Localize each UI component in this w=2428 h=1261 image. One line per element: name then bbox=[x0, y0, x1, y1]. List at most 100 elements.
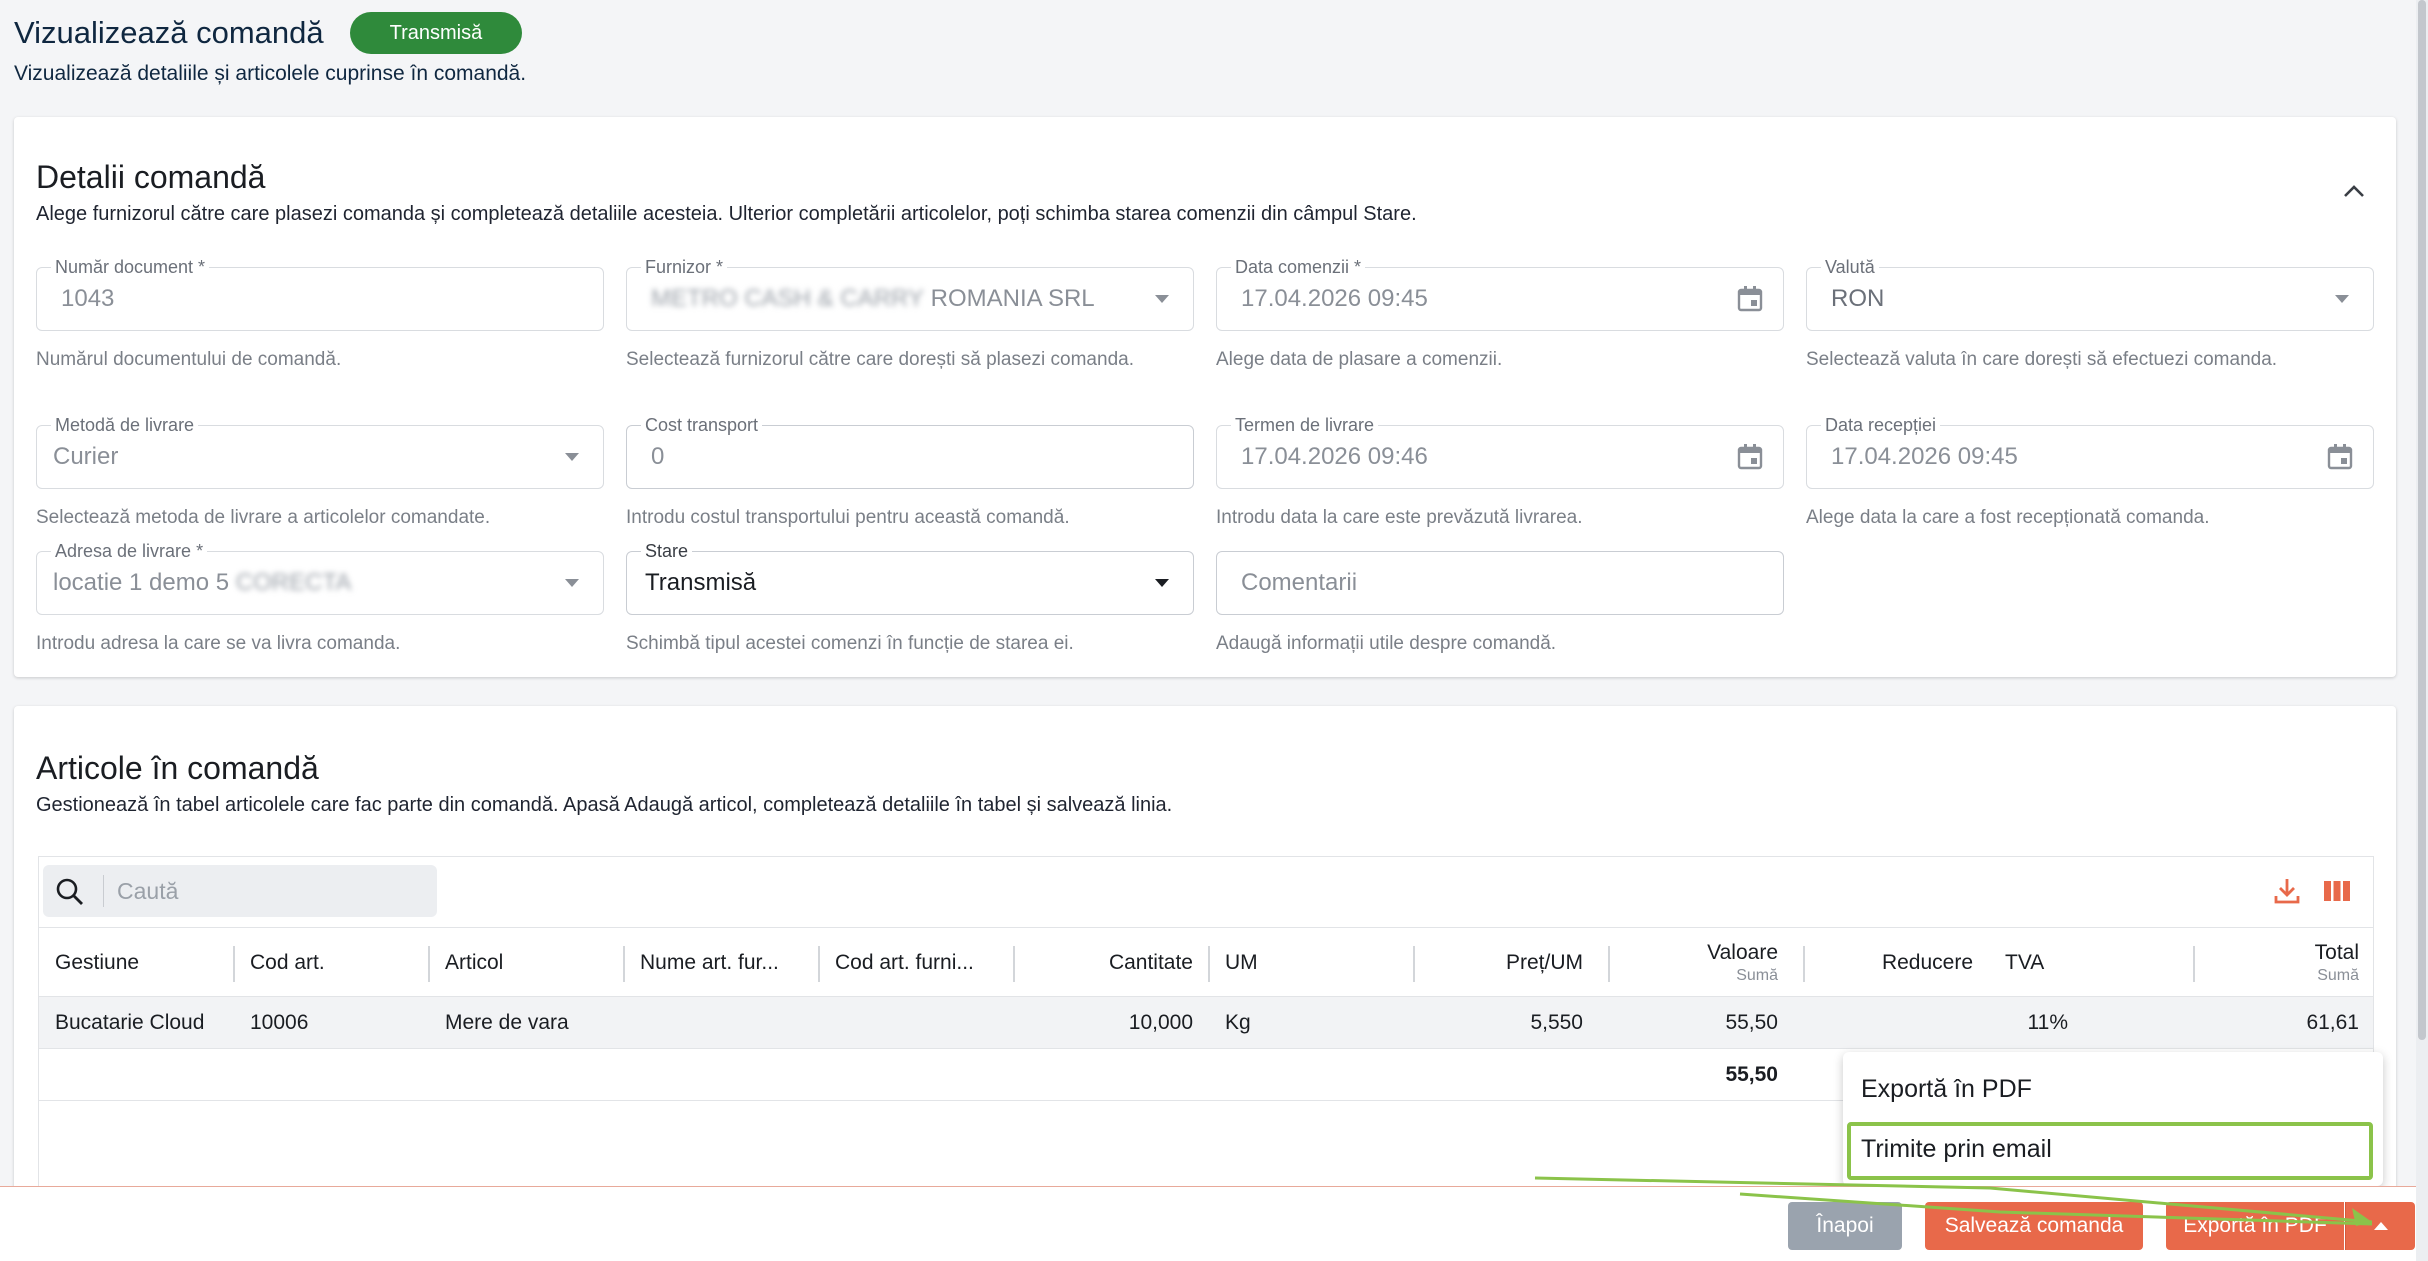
delivery-address-select[interactable]: Adresa de livrare * locatie 1 demo 5 COR… bbox=[36, 540, 604, 660]
reception-date-field[interactable]: Data recepției 17.04.2026 09:45 Alege da… bbox=[1806, 414, 2374, 534]
delivery-term-value: 17.04.2026 09:46 bbox=[1241, 443, 1428, 470]
delivery-term-field[interactable]: Termen de livrare 17.04.2026 09:46 Intro… bbox=[1216, 414, 1784, 534]
menu-item-send-email[interactable]: Trimite prin email bbox=[1843, 1120, 2383, 1178]
delivery-method-select[interactable]: Metodă de livrare Curier Selectează meto… bbox=[36, 414, 604, 534]
cell-pret: 5,550 bbox=[1530, 1011, 1583, 1034]
save-order-button[interactable]: Salvează comanda bbox=[1925, 1202, 2143, 1250]
delivery-method-value: Curier bbox=[53, 443, 119, 470]
currency-help: Selectează valuta în care dorești să efe… bbox=[1806, 349, 2278, 370]
calendar-icon[interactable] bbox=[1735, 442, 1765, 472]
transport-cost-help: Introdu costul transportului pentru acea… bbox=[626, 507, 1070, 528]
order-date-value: 17.04.2026 09:45 bbox=[1241, 285, 1428, 312]
articles-description: Gestionează în tabel articolele care fac… bbox=[36, 794, 1173, 816]
delivery-method-help: Selectează metoda de livrare a articolel… bbox=[36, 507, 491, 528]
comments-field[interactable]: Comentarii Adaugă informații utile despr… bbox=[1216, 551, 1784, 660]
status-select[interactable]: Stare Transmisă Schimbă tipul acestei co… bbox=[626, 540, 1194, 660]
status-badge: Transmisă bbox=[349, 12, 523, 54]
cell-cantitate: 10,000 bbox=[1128, 1011, 1193, 1034]
status-value: Transmisă bbox=[645, 569, 757, 596]
order-details-card: Detalii comandă Alege furnizorul către c… bbox=[14, 117, 2396, 677]
calendar-icon[interactable] bbox=[1735, 284, 1765, 314]
cell-cod-art: 10006 bbox=[250, 1011, 309, 1034]
order-date-help: Alege data de plasare a comenzii. bbox=[1216, 349, 1503, 370]
chevron-down-icon bbox=[565, 453, 579, 461]
chevron-down-icon bbox=[2335, 295, 2349, 303]
doc-number-field[interactable]: Număr document * 1043 Numărul documentul… bbox=[36, 256, 604, 376]
col-valoare-sub: Sumă bbox=[1736, 967, 1778, 984]
order-date-field[interactable]: Data comenzii * 17.04.2026 09:45 Alege d… bbox=[1216, 256, 1784, 376]
page-scrollbar-thumb[interactable] bbox=[2418, 0, 2426, 1040]
col-gestiune[interactable]: Gestiune bbox=[39, 928, 234, 998]
comments-placeholder: Comentarii bbox=[1241, 569, 1358, 596]
cell-tva: 11% bbox=[2027, 1011, 2068, 1034]
col-cod-art-furnizor[interactable]: Cod art. furni... bbox=[819, 928, 1014, 998]
table-row[interactable]: Bucatarie Cloud 10006 Mere de vara 10,00… bbox=[39, 997, 2373, 1049]
table-search[interactable] bbox=[43, 865, 437, 917]
supplier-value-text: ROMANIA SRL bbox=[930, 285, 1095, 312]
reception-date-help: Alege data la care a fost recepționată c… bbox=[1806, 507, 2210, 528]
details-title: Detalii comandă bbox=[36, 159, 266, 195]
chevron-down-icon bbox=[1155, 579, 1169, 587]
supplier-value: METRO CASH & CARRY ROMANIA SRL bbox=[651, 268, 1095, 330]
search-input[interactable] bbox=[117, 865, 417, 917]
cell-gestiune: Bucatarie Cloud bbox=[55, 1011, 205, 1034]
delivery-address-redacted: CORECTA bbox=[235, 569, 352, 596]
delivery-address-value: locatie 1 demo 5 CORECTA bbox=[53, 552, 351, 614]
transport-cost-field[interactable]: Cost transport 0 Introdu costul transpor… bbox=[626, 414, 1194, 534]
export-menu: Exportă în PDF Trimite prin email bbox=[1843, 1052, 2383, 1186]
col-pret-um[interactable]: Preț/UM bbox=[1404, 928, 1599, 998]
transport-cost-value: 0 bbox=[651, 443, 665, 470]
col-cod-art[interactable]: Cod art. bbox=[234, 928, 429, 998]
search-divider bbox=[103, 875, 104, 907]
col-um[interactable]: UM bbox=[1209, 928, 1404, 998]
chevron-up-icon bbox=[2344, 185, 2364, 197]
export-pdf-button[interactable]: Exportă în PDF bbox=[2166, 1202, 2344, 1250]
export-options-toggle[interactable] bbox=[2345, 1202, 2415, 1250]
col-nume-art-furnizor[interactable]: Nume art. fur... bbox=[624, 928, 819, 998]
page-title: Vizualizează comandă bbox=[14, 15, 324, 50]
page-subtitle: Vizualizează detaliile și articolele cup… bbox=[14, 62, 527, 85]
currency-value: RON bbox=[1831, 285, 1885, 312]
cell-articol: Mere de vara bbox=[445, 1011, 569, 1034]
chevron-down-icon bbox=[565, 579, 579, 587]
delivery-address-text: locatie 1 demo 5 bbox=[53, 569, 230, 596]
supplier-help: Selectează furnizorul către care dorești… bbox=[626, 349, 1134, 370]
reception-date-value: 17.04.2026 09:45 bbox=[1831, 443, 2018, 470]
calendar-icon[interactable] bbox=[2325, 442, 2355, 472]
col-articol[interactable]: Articol bbox=[429, 928, 624, 998]
download-icon[interactable] bbox=[2271, 875, 2303, 907]
page-header: Vizualizează comandă Transmisă Vizualize… bbox=[14, 12, 526, 86]
chevron-down-icon bbox=[1155, 295, 1169, 303]
currency-select[interactable]: Valută RON Selectează valuta în care dor… bbox=[1806, 256, 2374, 376]
table-header: Gestiune Cod art. Articol Nume art. fur.… bbox=[39, 927, 2373, 998]
details-description: Alege furnizorul către care plasezi coma… bbox=[36, 203, 1417, 225]
cell-valoare: 55,50 bbox=[1725, 1011, 1778, 1034]
collapse-section-button[interactable] bbox=[2338, 175, 2370, 207]
articles-title: Articole în comandă bbox=[36, 750, 319, 786]
supplier-redacted: METRO CASH & CARRY bbox=[651, 285, 924, 312]
back-button[interactable]: Înapoi bbox=[1788, 1202, 1902, 1250]
col-reducere[interactable]: Reducere bbox=[1794, 928, 1989, 998]
col-valoare-label: Valoare bbox=[1707, 941, 1778, 964]
cell-total: 61,61 bbox=[2306, 1011, 2359, 1034]
search-icon bbox=[56, 878, 83, 905]
columns-icon[interactable] bbox=[2321, 875, 2353, 907]
caret-up-icon bbox=[2373, 1222, 2388, 1230]
col-tva[interactable]: TVA bbox=[1989, 928, 2184, 998]
comments-help: Adaugă informații utile despre comandă. bbox=[1216, 633, 1557, 654]
col-total-sub: Sumă bbox=[2317, 967, 2359, 984]
supplier-select[interactable]: Furnizor * METRO CASH & CARRY ROMANIA SR… bbox=[626, 256, 1194, 376]
status-help: Schimbă tipul acestei comenzi în funcție… bbox=[626, 633, 1074, 654]
col-valoare[interactable]: Valoare Sumă bbox=[1599, 928, 1794, 998]
delivery-address-help: Introdu adresa la care se va livra coman… bbox=[36, 633, 401, 654]
col-cantitate[interactable]: Cantitate bbox=[1014, 928, 1209, 998]
cell-um: Kg bbox=[1225, 1011, 1251, 1034]
col-total[interactable]: Total Sumă bbox=[2184, 928, 2373, 998]
menu-item-export-pdf[interactable]: Exportă în PDF bbox=[1843, 1060, 2383, 1118]
bottom-action-bar: Înapoi Salvează comanda Exportă în PDF bbox=[0, 1186, 2416, 1261]
doc-number-help: Numărul documentului de comandă. bbox=[36, 349, 342, 370]
page-scrollbar[interactable] bbox=[2416, 0, 2428, 1261]
delivery-term-help: Introdu data la care este prevăzută livr… bbox=[1216, 507, 1583, 528]
total-valoare: 55,50 bbox=[1725, 1063, 1778, 1086]
doc-number-value: 1043 bbox=[61, 285, 115, 312]
